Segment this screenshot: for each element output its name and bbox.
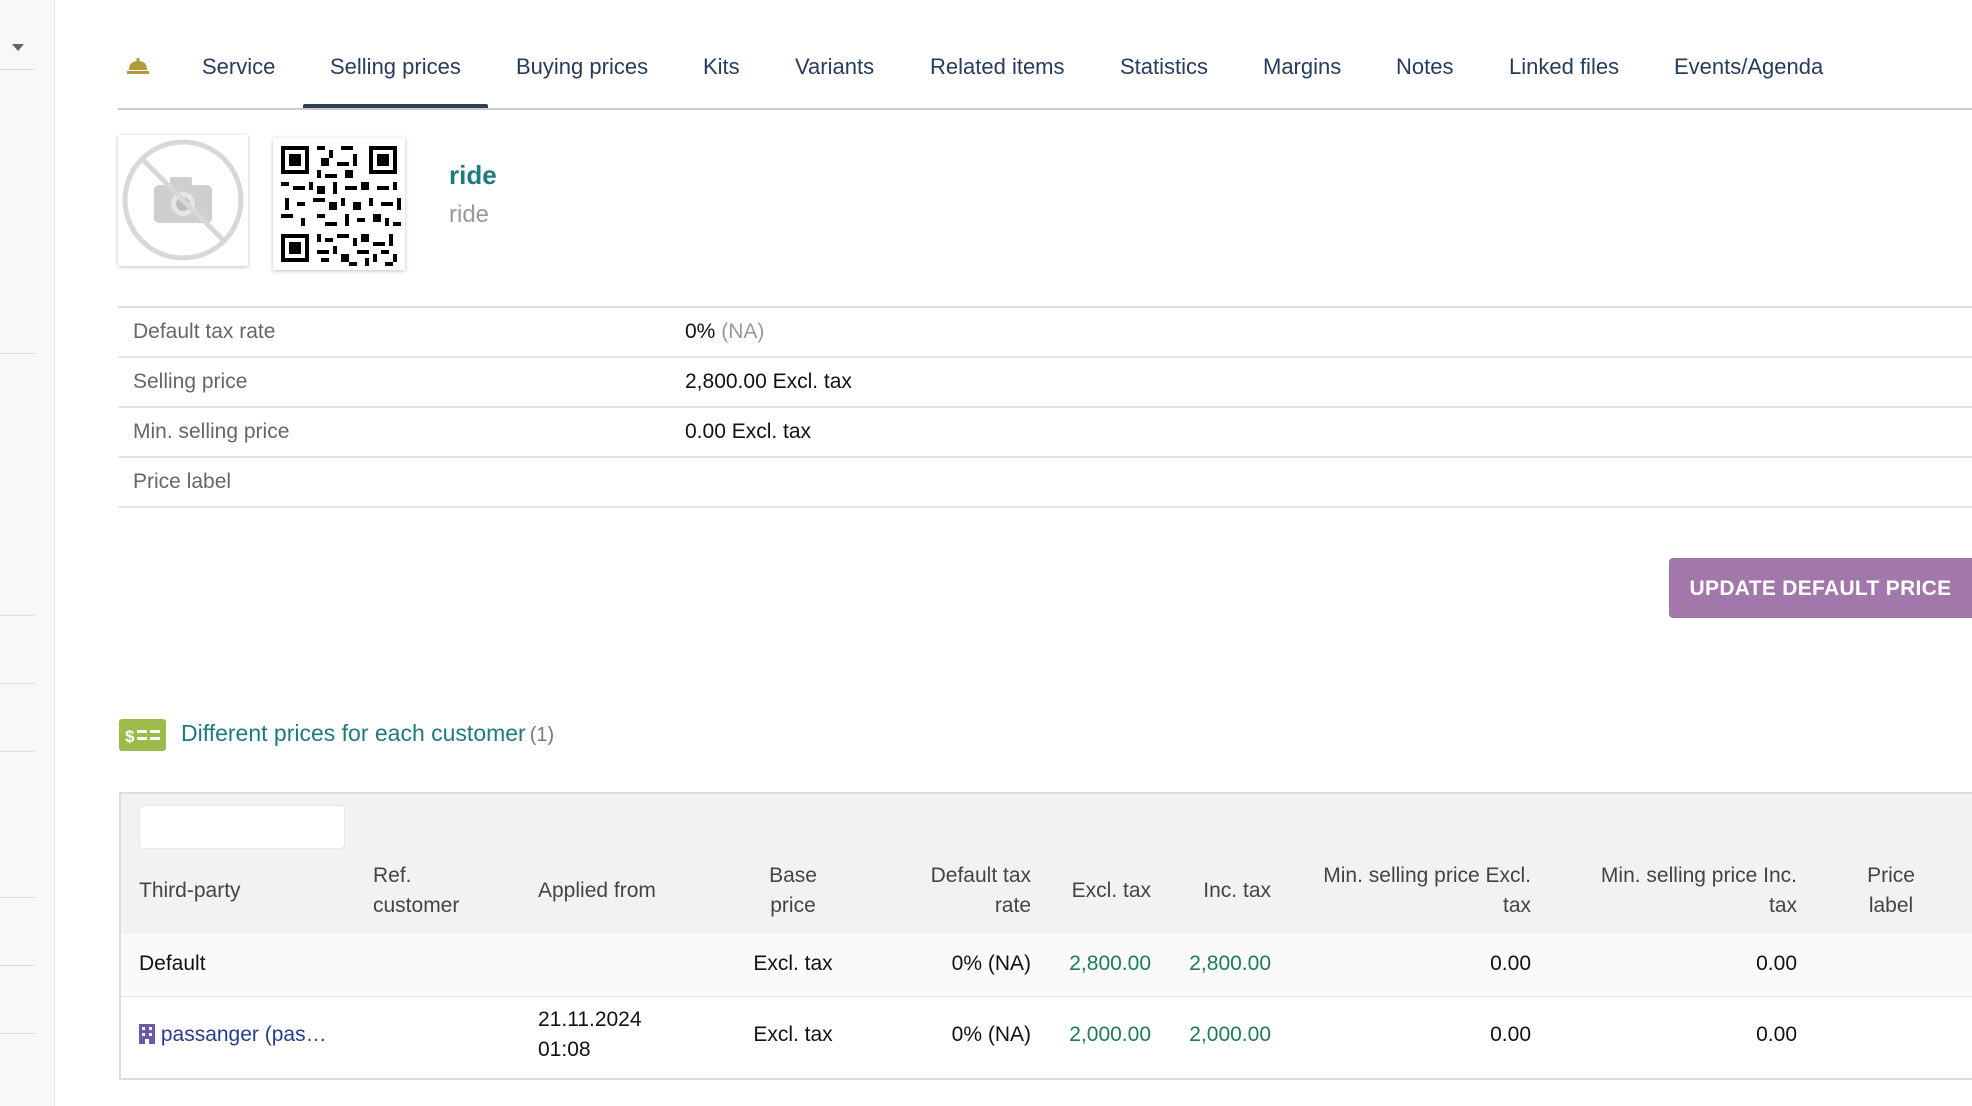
property-row: Selling price 2,800.00 Excl. tax [118,358,1972,408]
customer-prices-table: Third-party Ref. customer Applied from Ba… [119,792,1972,1080]
sidebar-divider [0,615,35,616]
sidebar-divider [0,1033,35,1034]
cell-min-excl: 0.00 [1490,1023,1531,1046]
cell-min-excl: 0.00 [1490,952,1531,975]
tab-kits[interactable]: Kits [703,54,740,80]
tab-margins[interactable]: Margins [1263,54,1341,80]
sidebar-divider [0,751,35,752]
property-key: Default tax rate [133,320,276,343]
price-properties-table: Default tax rate 0% (NA) Selling price 2… [118,306,1972,508]
tab-bar: Service Selling prices Buying prices Kit… [118,38,1972,110]
svg-text:$: $ [125,727,135,746]
product-label: ride [449,201,490,228]
th-min-selling-price-excl[interactable]: Min. selling price Excl. tax [1291,861,1531,921]
cell-min-inc: 0.00 [1756,1023,1797,1046]
property-value: 2,800.00 Excl. tax [685,370,852,393]
th-base-price[interactable]: Base price [743,861,843,921]
tab-linked-files[interactable]: Linked files [1509,54,1619,80]
sidebar-divider [0,683,35,684]
cell-tax-rate: 0% (NA) [951,952,1031,975]
th-excl-tax[interactable]: Excl. tax [1021,876,1151,906]
table-filter-input[interactable] [139,805,345,849]
service-bell-icon[interactable] [126,56,150,76]
cell-tax-rate: 0% (NA) [951,1023,1031,1046]
th-inc-tax[interactable]: Inc. tax [1141,876,1271,906]
update-default-price-button[interactable]: UPDATE DEFAULT PRICE [1669,558,1972,618]
cell-base-price: Excl. tax [753,952,833,975]
cell-applied-from: 21.11.2024 01:08 [538,1008,642,1061]
cell-base-price: Excl. tax [753,1023,833,1046]
cell-excl-tax: 2,000.00 [1069,1023,1151,1046]
property-row: Price label [118,458,1972,508]
table-header: Third-party Ref. customer Applied from Ba… [121,794,1972,934]
th-third-party[interactable]: Third-party [139,876,241,906]
section-title: Different prices for each customer (1) [181,720,555,746]
tab-events-agenda[interactable]: Events/Agenda [1674,54,1823,80]
tab-related-items[interactable]: Related items [930,54,1065,80]
sidebar-divider [0,69,35,70]
sidebar-divider [0,897,35,898]
tab-variants[interactable]: Variants [795,54,874,80]
property-value: 0% (NA) [685,320,765,343]
product-ref: ride [449,160,497,190]
property-row: Default tax rate 0% (NA) [118,308,1972,358]
qr-code [273,138,405,270]
tab-statistics[interactable]: Statistics [1120,54,1208,80]
cell-inc-tax: 2,800.00 [1189,952,1271,975]
th-ref-customer[interactable]: Ref. customer [373,861,459,921]
th-default-tax-rate[interactable]: Default tax rate [901,861,1031,921]
third-party-link[interactable]: passanger (pas… [161,1023,327,1046]
property-value: 0.00 Excl. tax [685,420,812,443]
left-sidebar [0,0,55,1106]
no-photo-camera-icon [122,139,244,261]
property-key: Price label [133,470,232,493]
product-photo-placeholder[interactable] [118,135,248,266]
section-count: (1) [529,724,555,746]
property-row: Min. selling price 0.00 Excl. tax [118,408,1972,458]
tab-selling-prices[interactable]: Selling prices [303,54,488,108]
th-price-label[interactable]: Price label [1841,861,1941,921]
cell-third-party: Default [139,952,206,975]
chevron-down-icon[interactable] [12,44,24,51]
tab-service[interactable]: Service [202,54,275,80]
tab-notes[interactable]: Notes [1396,54,1453,80]
th-applied-from[interactable]: Applied from [538,876,656,906]
cell-third-party[interactable]: passanger (pas… [139,1023,327,1047]
property-key: Selling price [133,370,248,393]
tab-buying-prices[interactable]: Buying prices [516,54,648,80]
cell-inc-tax: 2,000.00 [1189,1023,1271,1046]
table-row: Default Excl. tax 0% (NA) 2,800.00 2,800… [121,934,1972,997]
sidebar-divider [0,965,35,966]
cell-excl-tax: 2,800.00 [1069,952,1151,975]
th-min-selling-price-inc[interactable]: Min. selling price Inc. tax [1557,861,1797,921]
price-tag-icon: $ [119,719,166,751]
table-row: passanger (pas… 21.11.2024 01:08 Excl. ta… [121,997,1972,1076]
company-building-icon [139,1023,161,1046]
sidebar-divider [0,353,35,354]
property-key: Min. selling price [133,420,290,443]
cell-min-inc: 0.00 [1756,952,1797,975]
